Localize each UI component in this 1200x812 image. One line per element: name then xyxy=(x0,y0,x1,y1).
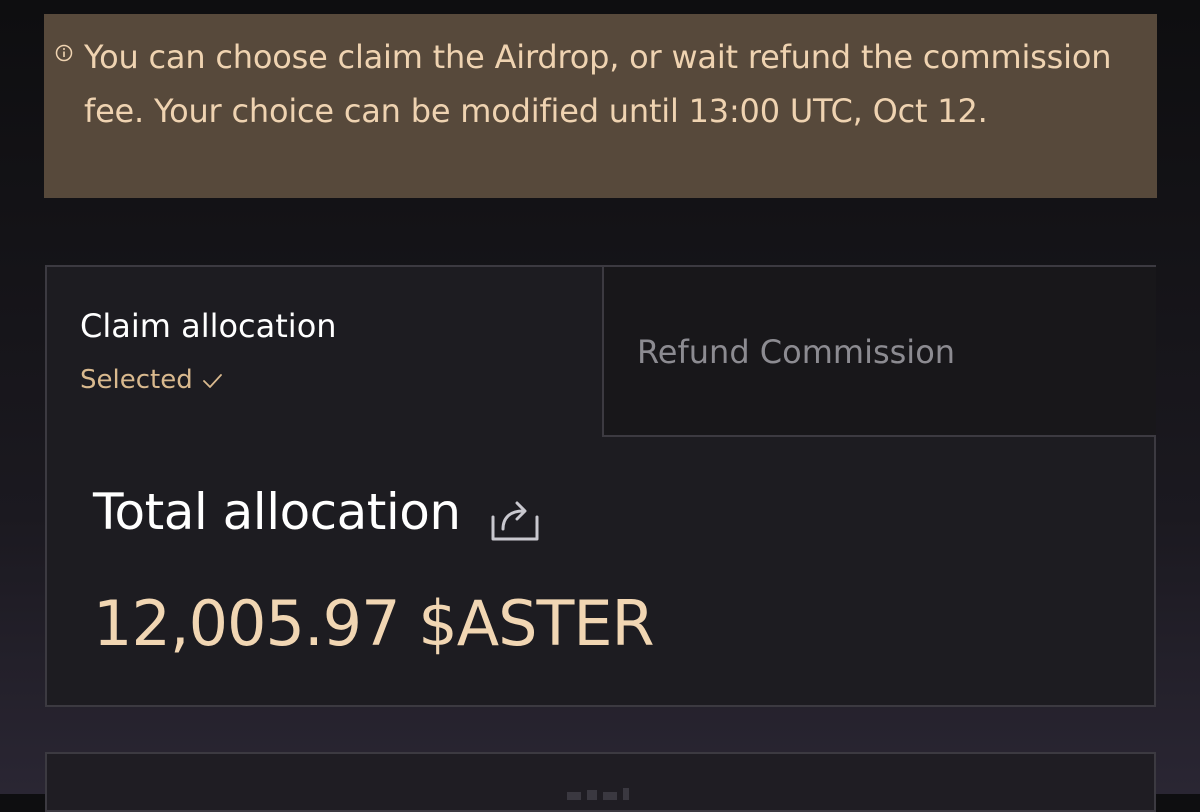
selected-status: Selected xyxy=(80,365,223,395)
allocation-panel: Claim allocation Selected Refund Commiss… xyxy=(45,265,1156,707)
tab-claim-allocation-label: Claim allocation xyxy=(80,307,337,345)
selected-status-label: Selected xyxy=(80,365,193,395)
check-icon xyxy=(202,373,222,388)
info-icon xyxy=(55,44,73,62)
cropped-label-fragment xyxy=(567,788,629,800)
notice-text: You can choose claim the Airdrop, or wai… xyxy=(84,38,1112,130)
share-icon[interactable] xyxy=(489,493,541,543)
total-allocation-title: Total allocation xyxy=(93,483,461,541)
bottom-card-partial[interactable] xyxy=(45,752,1156,812)
tab-refund-commission-label: Refund Commission xyxy=(637,333,956,371)
tab-refund-commission[interactable]: Refund Commission xyxy=(602,267,1156,437)
tab-claim-allocation[interactable]: Claim allocation Selected xyxy=(47,267,602,437)
airdrop-notice-banner: You can choose claim the Airdrop, or wai… xyxy=(44,14,1157,198)
total-allocation-value: 12,005.97 $ASTER xyxy=(93,587,655,660)
